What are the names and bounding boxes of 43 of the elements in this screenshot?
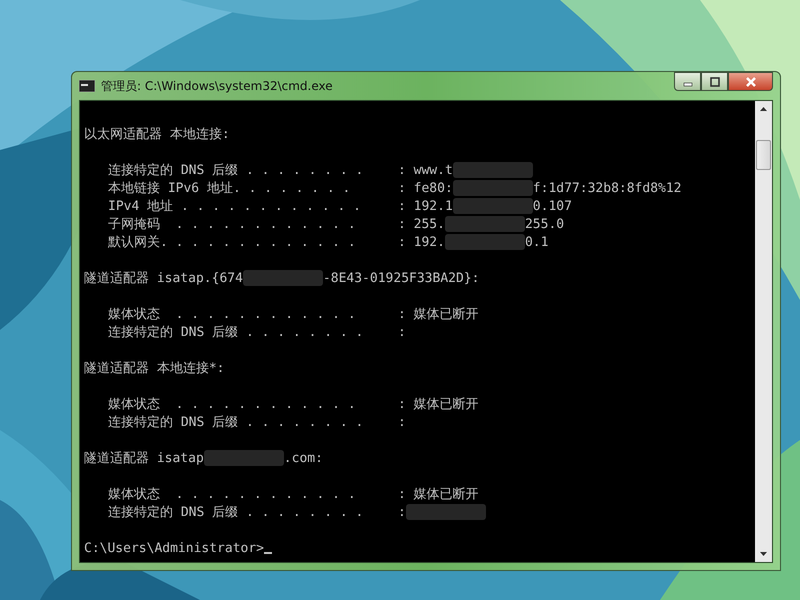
- entry-label: 子网掩码 . . . . . . . . . . . .: [108, 216, 357, 233]
- console-text: 0.1: [524, 234, 548, 250]
- console-text: : 192.1: [398, 198, 453, 214]
- console-text: :: [398, 324, 406, 340]
- entry-label: 连接特定的 DNS 后缀 . . . . . . . .: [108, 324, 364, 341]
- entry-label: IPv4 地址 . . . . . . . . . . . .: [108, 198, 362, 215]
- console-text: : 媒体已断开: [398, 396, 479, 413]
- console-text: f:1d77:32b8:8fd8%12: [532, 180, 682, 196]
- console-text: :: [398, 414, 406, 430]
- console-text: 隧道适配器 isatap: [84, 450, 204, 467]
- console-text: 隧道适配器 isatap.{674: [84, 270, 243, 287]
- scrollbar[interactable]: [755, 101, 772, 562]
- minimize-button[interactable]: [674, 72, 701, 91]
- console-text: :: [398, 504, 406, 520]
- entry-label: 媒体状态 . . . . . . . . . . . .: [108, 396, 357, 413]
- close-button[interactable]: [728, 72, 773, 91]
- window-title: 管理员: C:\Windows\system32\cmd.exe: [101, 78, 333, 94]
- console-text: : 媒体已断开: [398, 306, 479, 323]
- entry-label: 媒体状态 . . . . . . . . . . . .: [108, 486, 357, 503]
- console-icon: [79, 80, 95, 92]
- entry-label: 连接特定的 DNS 后缀 . . . . . . . .: [108, 414, 364, 431]
- console-text: 隧道适配器 本地连接*:: [84, 360, 224, 377]
- maximize-button[interactable]: [701, 72, 728, 91]
- console-text: 255.0: [524, 216, 564, 232]
- entry-label: 连接特定的 DNS 后缀 . . . . . . . .: [108, 504, 364, 521]
- entry-label: 连接特定的 DNS 后缀 . . . . . . . .: [108, 162, 364, 179]
- entry-label: 本地链接 IPv6 地址. . . . . . . .: [108, 180, 352, 197]
- console-text: : www.t: [398, 162, 453, 178]
- scroll-thumb[interactable]: [756, 140, 771, 170]
- console-text: C:\Users\Administrator>: [84, 540, 264, 556]
- console-text: : 192.: [398, 234, 445, 250]
- console-text: : fe80:: [398, 180, 453, 196]
- console-text: -8E43-01925F33BA2D}:: [322, 270, 480, 286]
- entry-label: 默认网关. . . . . . . . . . . . .: [108, 234, 357, 251]
- console-text: : 媒体已断开: [398, 486, 479, 503]
- console-text: .com:: [284, 450, 323, 466]
- console-text: 0.107: [532, 198, 572, 214]
- console-text: 以太网适配器 本地连接:: [84, 126, 230, 143]
- close-icon: [744, 76, 756, 86]
- console-text: : 255.: [398, 216, 445, 232]
- cursor: [264, 552, 272, 554]
- entry-label: 媒体状态 . . . . . . . . . . . .: [108, 306, 357, 323]
- maximize-icon: [708, 76, 720, 86]
